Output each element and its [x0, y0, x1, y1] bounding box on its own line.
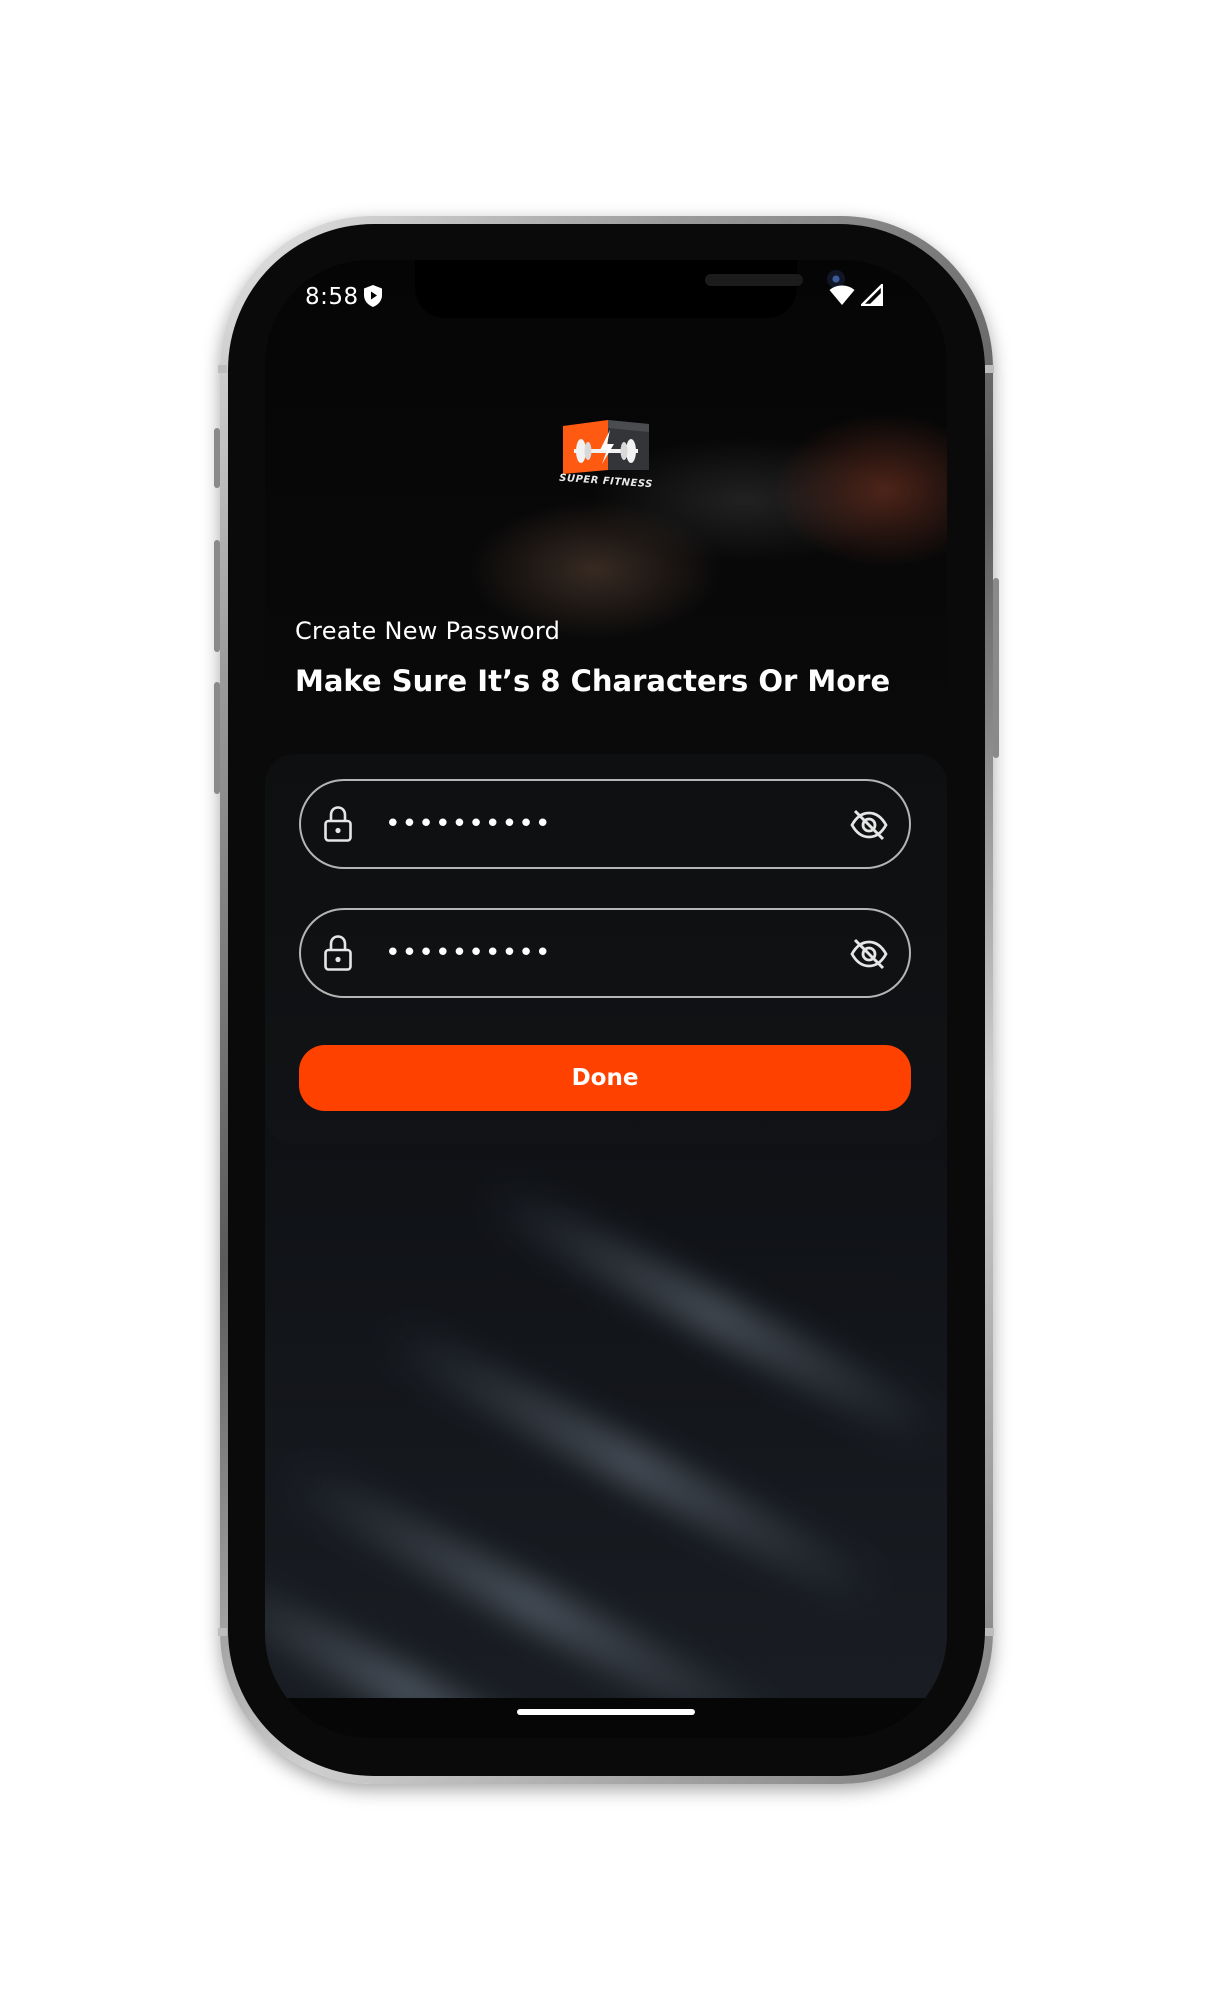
signal-icon — [861, 284, 883, 306]
volume-down-button — [214, 682, 220, 794]
home-indicator[interactable] — [517, 1709, 695, 1715]
shield-play-icon — [364, 285, 382, 307]
dumbbell-logo-icon — [563, 420, 649, 474]
volume-up-button — [214, 540, 220, 652]
antenna-band — [985, 365, 994, 373]
antenna-band — [218, 365, 227, 373]
notch — [415, 260, 845, 318]
antenna-band — [218, 1628, 227, 1636]
confirm-password-field[interactable]: •••••••••• — [299, 908, 911, 998]
screen-subtitle: Create New Password — [295, 617, 561, 645]
speaker — [705, 274, 803, 286]
password-field[interactable]: •••••••••• — [299, 779, 911, 869]
done-button[interactable]: Done — [299, 1045, 911, 1111]
lock-icon — [324, 806, 352, 842]
eye-off-icon[interactable] — [849, 808, 889, 842]
antenna-band — [985, 1628, 994, 1636]
app-logo: SUPER FITNESS — [548, 418, 664, 496]
wifi-icon — [829, 285, 855, 305]
lock-icon — [324, 935, 352, 971]
app-screen: 8:58 SUPER FITNESS Create New Password M… — [265, 260, 947, 1738]
screen-title: Make Sure It’s 8 Characters Or More — [295, 664, 891, 698]
status-time: 8:58 — [305, 284, 359, 310]
home-bar-area — [265, 1698, 947, 1738]
confirm-password-value: •••••••••• — [385, 938, 552, 968]
eye-off-icon[interactable] — [849, 937, 889, 971]
power-button — [993, 578, 999, 758]
status-icons — [829, 284, 883, 306]
mute-switch — [214, 428, 220, 488]
password-value: •••••••••• — [385, 809, 552, 839]
